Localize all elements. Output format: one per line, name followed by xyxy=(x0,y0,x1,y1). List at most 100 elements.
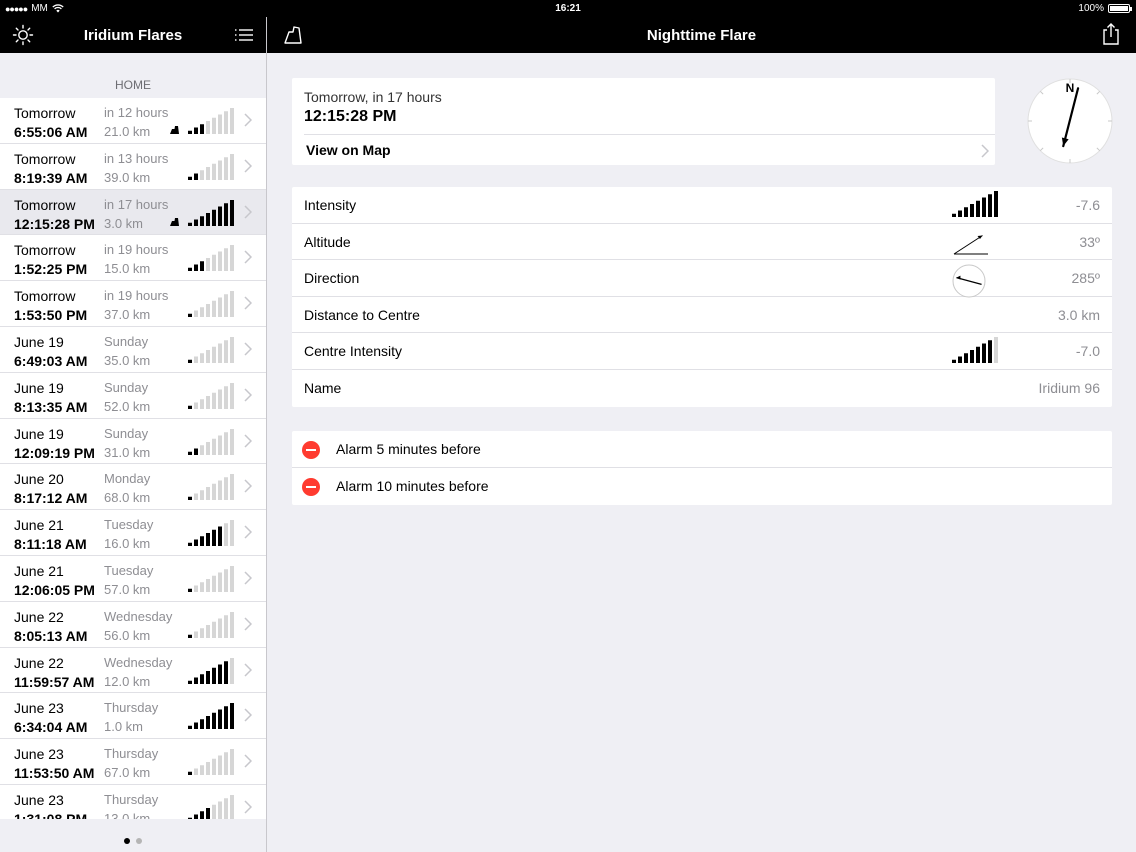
intensity-bar xyxy=(194,310,198,318)
flare-list-item[interactable]: Tomorrow 8:19:39 AM in 13 hours 39.0 km xyxy=(0,143,266,190)
delete-alarm-icon[interactable] xyxy=(302,441,320,459)
flare-relative: Wednesday xyxy=(104,654,173,670)
intensity-bar xyxy=(218,801,222,819)
alarms-card: Alarm 5 minutes before Alarm 10 minutes b… xyxy=(292,431,1112,505)
chevron-right-icon xyxy=(244,205,252,219)
flare-list-item[interactable]: June 23 6:34:04 AM Thursday 1.0 km xyxy=(0,693,266,740)
intensity-bar xyxy=(230,153,234,180)
detail-row-altitude: Altitude 33º xyxy=(292,224,1112,261)
intensity-indicator xyxy=(188,611,234,638)
intensity-bar xyxy=(194,814,198,819)
alarm-row[interactable]: Alarm 5 minutes before xyxy=(292,431,1112,468)
intensity-bar xyxy=(188,313,192,318)
flare-list-item[interactable]: June 19 6:49:03 AM Sunday 35.0 km xyxy=(0,326,266,373)
chevron-right-icon xyxy=(244,296,252,310)
intensity-bar xyxy=(218,480,222,501)
intensity-bar xyxy=(188,405,192,409)
flare-distance: 31.0 km xyxy=(104,444,151,460)
flare-date: June 19 xyxy=(14,425,64,442)
intensity-bar xyxy=(958,356,962,364)
alarm-row[interactable]: Alarm 10 minutes before xyxy=(292,468,1112,505)
intensity-bar xyxy=(188,542,192,547)
flare-time: 6:55:06 AM xyxy=(14,124,88,140)
list-icon[interactable] xyxy=(233,24,255,46)
intensity-bar xyxy=(218,755,222,776)
flare-list-item[interactable]: Tomorrow 6:55:06 AM in 12 hours 21.0 km xyxy=(0,98,266,144)
intensity-bar xyxy=(218,709,222,730)
direction-dial-icon xyxy=(952,264,1000,298)
page-indicator[interactable] xyxy=(0,831,266,849)
flare-list-item[interactable]: Tomorrow 1:53:50 PM in 19 hours 37.0 km xyxy=(0,281,266,327)
flare-list-item[interactable]: June 23 11:53:50 AM Thursday 67.0 km xyxy=(0,739,266,785)
page-dot[interactable] xyxy=(124,838,130,844)
intensity-bar xyxy=(230,520,234,547)
chevron-right-icon xyxy=(244,388,252,402)
intensity-bar xyxy=(988,340,992,364)
detail-label: Centre Intensity xyxy=(304,343,403,360)
flare-list-item[interactable]: June 22 8:05:13 AM Wednesday 56.0 km xyxy=(0,601,266,648)
detail-label: Intensity xyxy=(304,197,357,213)
share-icon[interactable] xyxy=(1101,22,1121,46)
intensity-bars-icon xyxy=(952,191,1000,219)
chevron-right-icon xyxy=(244,342,252,356)
chevron-right-icon xyxy=(244,800,252,814)
flare-list-item[interactable]: June 21 12:06:05 PM Tuesday 57.0 km xyxy=(0,555,266,602)
flare-summary-card: Tomorrow, in 17 hours 12:15:28 PM View o… xyxy=(292,78,995,165)
intensity-indicator xyxy=(188,108,234,134)
flare-date: Tomorrow xyxy=(14,288,76,305)
flare-list-item[interactable]: June 19 12:09:19 PM Sunday 31.0 km xyxy=(0,418,266,465)
flare-distance: 3.0 km xyxy=(104,215,144,231)
page-dot[interactable] xyxy=(136,838,142,844)
intensity-bar xyxy=(988,194,992,217)
intensity-bar xyxy=(218,343,222,363)
flare-time: 6:34:04 AM xyxy=(14,719,88,736)
flare-list-item[interactable]: Tomorrow 1:52:25 PM in 19 hours 15.0 km xyxy=(0,235,266,282)
flare-list-item[interactable]: June 21 8:11:18 AM Tuesday 16.0 km xyxy=(0,510,266,556)
intensity-bar xyxy=(194,264,198,272)
status-time: 16:21 xyxy=(555,3,581,14)
intensity-bar xyxy=(188,726,192,730)
alarm-label: Alarm 10 minutes before xyxy=(336,478,489,494)
intensity-bar xyxy=(212,255,216,272)
intensity-bar xyxy=(200,261,204,272)
intensity-bar xyxy=(194,631,198,638)
flare-time: 12:15:28 PM xyxy=(304,108,397,125)
compass-north-label: N xyxy=(1066,81,1075,95)
intensity-bar xyxy=(200,765,204,776)
flare-date: Tomorrow xyxy=(14,105,76,121)
intensity-bar xyxy=(230,199,234,226)
view-on-map-link[interactable]: View on Map xyxy=(306,142,391,158)
flare-list[interactable]: Tomorrow 6:55:06 AM in 12 hours 21.0 km Tomo… xyxy=(0,98,266,819)
intensity-bar xyxy=(206,258,210,272)
delete-alarm-icon[interactable] xyxy=(302,478,320,496)
flare-date: Tomorrow xyxy=(14,242,76,259)
detail-row-intensity: Intensity -7.6 xyxy=(292,187,1112,224)
intensity-bar xyxy=(194,722,198,730)
intensity-bars-icon xyxy=(188,749,234,776)
intensity-bar xyxy=(200,490,204,501)
intensity-bar xyxy=(188,497,192,501)
flare-time: 8:17:12 AM xyxy=(14,490,88,507)
intensity-bar xyxy=(952,213,956,217)
intensity-bar xyxy=(188,176,192,180)
intensity-bar xyxy=(976,347,980,364)
flare-list-item[interactable]: Tomorrow 12:15:28 PM in 17 hours 3.0 km xyxy=(0,189,266,236)
flare-distance: 56.0 km xyxy=(104,627,151,643)
intensity-bars-icon xyxy=(188,382,234,409)
flare-list-item[interactable]: June 19 8:13:35 AM Sunday 52.0 km xyxy=(0,372,266,419)
intensity-bar xyxy=(188,451,192,455)
flare-date: Tomorrow xyxy=(14,150,76,167)
flare-list-item[interactable]: June 20 8:17:12 AM Monday 68.0 km xyxy=(0,464,266,511)
intensity-bar xyxy=(212,163,216,180)
intensity-bar xyxy=(206,212,210,226)
alarm-label: Alarm 5 minutes before xyxy=(336,441,481,457)
intensity-bar xyxy=(200,811,204,819)
intensity-bars-graphic xyxy=(952,191,998,217)
flare-list-item[interactable]: June 22 11:59:57 AM Wednesday 12.0 km xyxy=(0,647,266,694)
intensity-bar xyxy=(212,438,216,455)
flare-list-item[interactable]: June 23 1:31:08 PM Thursday 13.0 km xyxy=(0,784,266,819)
flare-distance: 52.0 km xyxy=(104,398,151,414)
flare-relative: Thursday xyxy=(104,791,159,807)
flare-date: June 21 xyxy=(14,517,64,534)
intensity-bar xyxy=(218,160,222,180)
